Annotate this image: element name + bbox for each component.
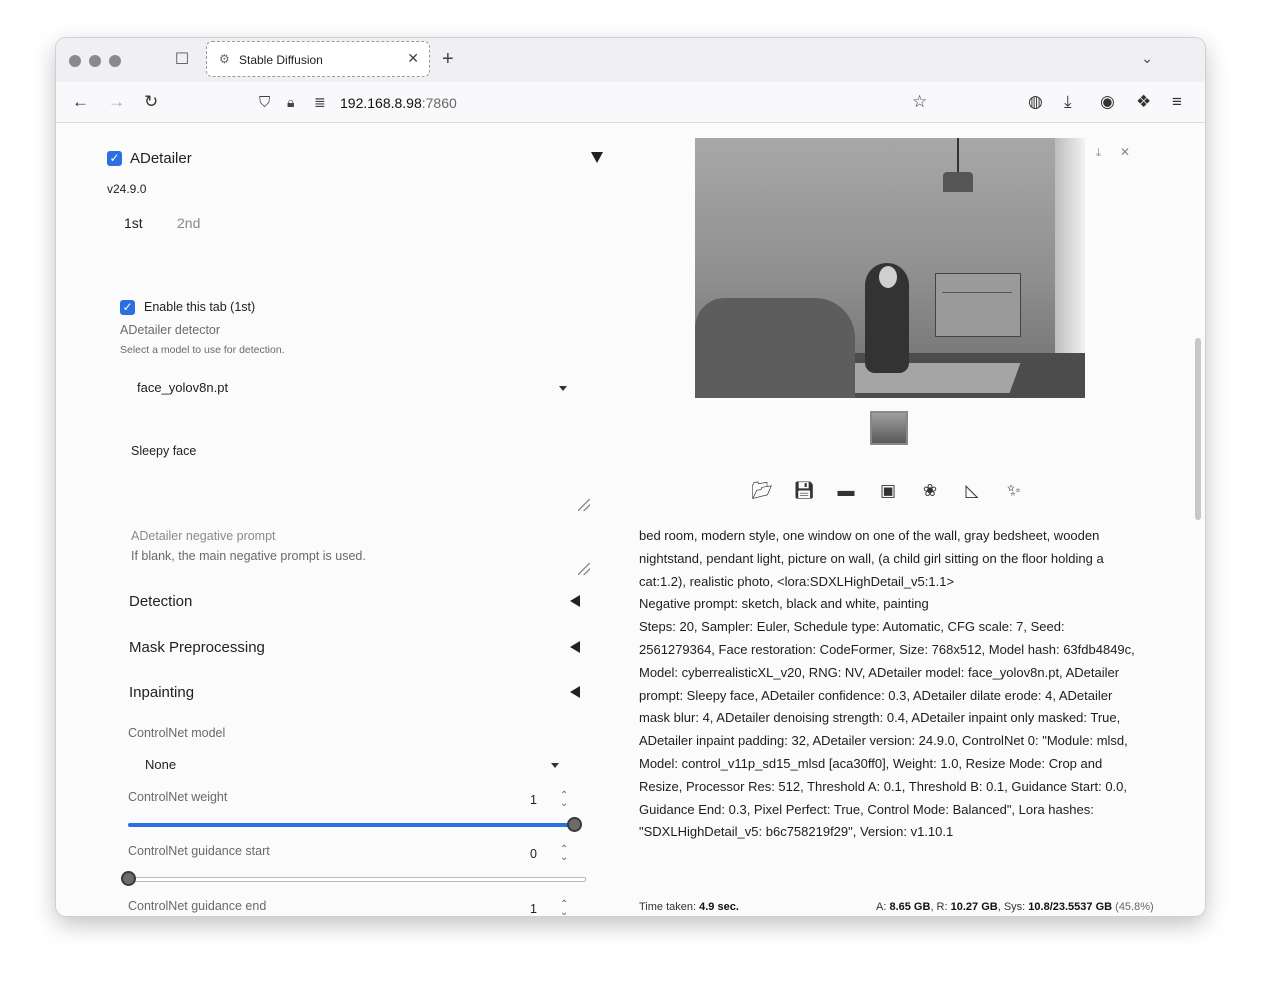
collapse-icon[interactable] xyxy=(591,152,603,163)
folder-icon[interactable]: 📂︎ xyxy=(751,481,773,501)
generation-info: bed room, modern style, one window on on… xyxy=(639,525,1139,844)
ruler-icon[interactable]: ◺ xyxy=(961,481,983,501)
slider-handle[interactable] xyxy=(567,817,582,832)
download-image-icon[interactable]: ⤓ xyxy=(1096,147,1101,160)
expand-icon xyxy=(570,641,580,653)
save-icon[interactable]: 💾︎ xyxy=(793,481,815,501)
slider-number-input[interactable]: 1 xyxy=(530,793,537,807)
forward-arrow-icon[interactable]: → xyxy=(108,92,125,112)
chevron-down-icon xyxy=(551,763,559,768)
adetailer-prompt-input[interactable]: Sleepy face xyxy=(126,435,592,513)
browser-window: ☐ ⚙ Stable Diffusion ✕ + ⌄ ← → ↻ ⛉ 🔒︎ ≣ … xyxy=(56,38,1205,916)
controlnet-model-value: None xyxy=(145,757,177,772)
accordion-detection-label: Detection xyxy=(129,593,193,610)
negative-prompt-hint: If blank, the main negative prompt is us… xyxy=(131,549,366,563)
page-content: ✓ ADetailer v24.9.0 1st 2nd ✓ Enable thi… xyxy=(56,123,1205,916)
accordion-mask-label: Mask Preprocessing xyxy=(129,639,265,656)
negative-prompt-placeholder: ADetailer negative prompt xyxy=(131,529,276,543)
sparkle-icon[interactable]: ✨︎ xyxy=(1003,481,1025,501)
palette-icon[interactable]: ❀ xyxy=(919,481,941,501)
prompt-text: Sleepy face xyxy=(131,444,197,458)
resize-handle-icon[interactable] xyxy=(578,563,590,575)
image-icon[interactable]: ▣ xyxy=(877,481,899,501)
enable-tab-label: Enable this tab (1st) xyxy=(144,300,256,314)
close-image-icon[interactable]: ✕ xyxy=(1120,145,1130,159)
page-scrollbar[interactable] xyxy=(1195,338,1201,520)
permissions-icon[interactable]: ≣ xyxy=(314,94,326,111)
reload-icon[interactable]: ↻ xyxy=(144,92,158,112)
detector-dropdown[interactable]: face_yolov8n.pt xyxy=(126,371,576,403)
detector-label: ADetailer detector xyxy=(120,323,221,337)
expand-icon xyxy=(570,595,580,607)
detector-description: Select a model to use for detection. xyxy=(120,344,285,356)
bookmark-star-icon[interactable]: ☆ xyxy=(912,92,927,112)
accordion-inpainting[interactable]: Inpainting xyxy=(126,680,586,706)
download-icon[interactable]: ⤓ xyxy=(1064,92,1072,112)
accordion-mask-preprocessing[interactable]: Mask Preprocessing xyxy=(126,635,586,661)
stepper-icon[interactable]: ⌃ ⌄ xyxy=(560,900,568,917)
chevron-down-icon[interactable]: ⌄ xyxy=(1141,50,1153,67)
adetailer-version: v24.9.0 xyxy=(107,182,147,196)
gen-parameters: Steps: 20, Sampler: Euler, Schedule type… xyxy=(639,619,1135,840)
controlnet-guidance-start-slider-group: ControlNet guidance start 0 ⌃ ⌄ xyxy=(121,843,588,891)
generated-image[interactable] xyxy=(695,138,1085,398)
new-tab-button[interactable]: + xyxy=(442,48,454,71)
slider-handle[interactable] xyxy=(121,871,136,886)
url-bar[interactable]: ⛉ 🔒︎ ≣ 192.168.8.98:7860 xyxy=(256,88,946,118)
close-window-button[interactable] xyxy=(69,55,81,67)
image-thumbnail[interactable] xyxy=(870,411,908,445)
lock-icon[interactable]: 🔒︎ xyxy=(287,94,294,111)
accordion-inpainting-label: Inpainting xyxy=(129,684,195,701)
controlnet-guidance-end-slider-group: ControlNet guidance end 1 ⌃ ⌄ xyxy=(128,898,588,916)
gen-prompt: bed room, modern style, one window on on… xyxy=(639,528,1104,589)
zoom-window-button[interactable] xyxy=(109,55,121,67)
accordion-detection[interactable]: Detection xyxy=(126,589,586,615)
extensions-icon[interactable]: ❖ xyxy=(1136,92,1151,112)
tab-title: Stable Diffusion xyxy=(239,53,323,67)
tab-stable-diffusion[interactable]: ⚙ Stable Diffusion ✕ xyxy=(206,41,430,77)
close-tab-icon[interactable]: ✕ xyxy=(407,50,419,67)
enable-tab-checkbox[interactable]: ✓ xyxy=(120,300,135,315)
stepper-icon[interactable]: ⌃ ⌄ xyxy=(560,791,568,809)
expand-icon xyxy=(570,686,580,698)
gen-negative-prompt: Negative prompt: sketch, black and white… xyxy=(639,596,929,612)
nav-bar: ← → ↻ ⛉ 🔒︎ ≣ 192.168.8.98:7860 ☆ ◍ ⤓ ◉ ❖… xyxy=(56,82,1205,123)
detector-value: face_yolov8n.pt xyxy=(137,380,229,395)
stepper-icon[interactable]: ⌃ ⌄ xyxy=(560,845,568,863)
tab-1st[interactable]: 1st xyxy=(124,215,143,231)
adetailer-title: ADetailer xyxy=(130,150,192,167)
slider-label: ControlNet guidance start xyxy=(128,844,270,858)
slider-number-input[interactable]: 1 xyxy=(530,902,537,916)
zip-icon[interactable]: ▬ xyxy=(835,481,857,501)
controlnet-model-dropdown[interactable]: None xyxy=(132,750,572,780)
minimize-window-button[interactable] xyxy=(89,55,101,67)
memory-stats: A: 8.65 GB, R: 10.27 GB, Sys: 10.8/23.55… xyxy=(876,901,1154,913)
tab-bar: ☐ ⚙ Stable Diffusion ✕ + ⌄ xyxy=(56,38,1205,82)
slider-track[interactable] xyxy=(128,877,586,882)
url-text[interactable]: 192.168.8.98:7860 xyxy=(340,95,457,111)
controlnet-weight-slider-group: ControlNet weight 1 ⌃ ⌄ xyxy=(128,789,588,837)
adetailer-checkbox[interactable]: ✓ xyxy=(107,151,122,166)
menu-icon[interactable]: ≡ xyxy=(1172,92,1182,112)
chevron-down-icon xyxy=(559,386,567,391)
slider-track[interactable] xyxy=(128,823,574,827)
pocket-icon[interactable]: ◍ xyxy=(1028,92,1043,112)
controlnet-model-label: ControlNet model xyxy=(128,726,226,740)
tab-list-icon[interactable]: ☐ xyxy=(172,50,192,70)
adetailer-negative-prompt-input[interactable]: ADetailer negative prompt If blank, the … xyxy=(126,523,592,581)
back-arrow-icon[interactable]: ← xyxy=(72,92,89,112)
account-icon[interactable]: ◉ xyxy=(1100,92,1115,112)
shield-icon[interactable]: ⛉ xyxy=(259,94,270,111)
time-taken: Time taken: 4.9 sec. xyxy=(639,901,739,913)
resize-handle-icon[interactable] xyxy=(578,499,590,511)
slider-number-input[interactable]: 0 xyxy=(530,847,537,861)
slider-label: ControlNet guidance end xyxy=(128,899,267,913)
tab-2nd[interactable]: 2nd xyxy=(177,215,200,231)
slider-label: ControlNet weight xyxy=(128,790,228,804)
globe-icon: ⚙ xyxy=(219,52,230,66)
